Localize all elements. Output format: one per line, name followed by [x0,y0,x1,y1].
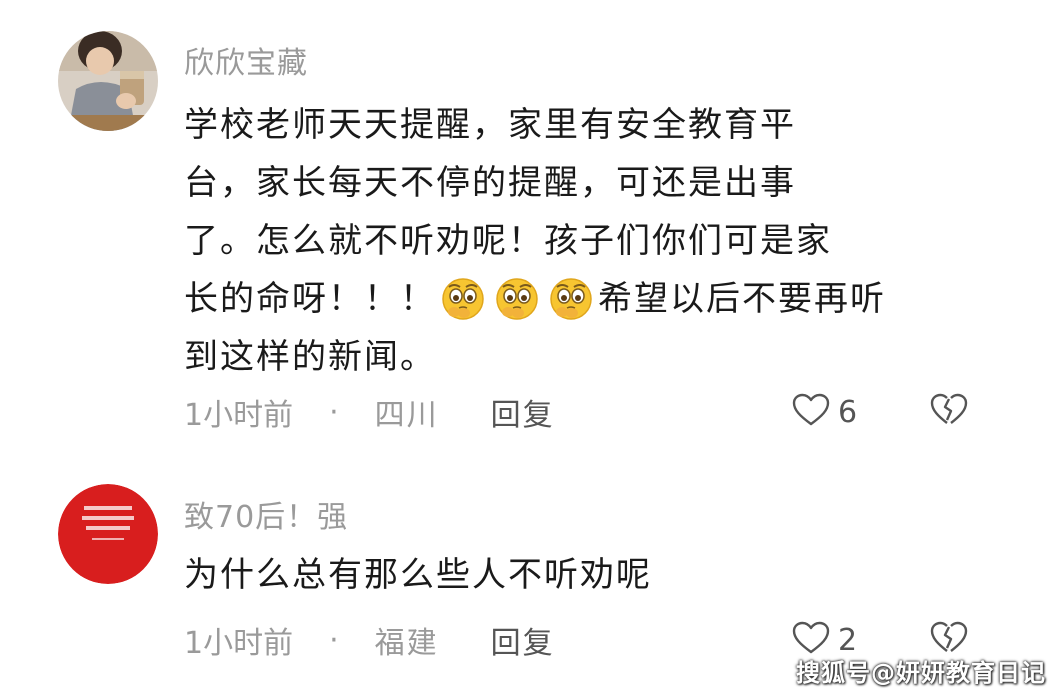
comment-list: 欣欣宝藏 学校老师天天提醒，家里有安全教育平 台，家长每天不停的提醒，可还是出事… [0,0,1064,700]
heart-outline-icon [792,393,830,431]
timestamp: 1小时前 [184,626,294,661]
comment-text: 为什么总有那么些人不听劝呢 [184,546,984,604]
broken-heart-icon [930,393,968,431]
comment-meta: 1小时前 · 福建 回复 [184,618,555,662]
comment-text-segment: 长的命呀！！！ [184,279,436,319]
separator-dot: · [329,394,339,430]
comment-item: 欣欣宝藏 学校老师天天提醒，家里有安全教育平 台，家长每天不停的提醒，可还是出事… [0,0,1064,470]
avatar[interactable] [58,31,158,131]
reply-button[interactable]: 回复 [491,618,555,662]
comment-text-line: 为什么总有那么些人不听劝呢 [184,555,652,595]
like-count: 6 [838,394,858,430]
separator-dot: · [329,622,339,658]
watermark-text: 搜狐号@妍妍教育日记 [796,659,1046,687]
comment-meta: 1小时前 · 四川 回复 [184,390,555,434]
avatar[interactable] [58,484,158,584]
worried-pleading-face-icon [493,274,541,322]
like-button[interactable]: 6 [792,392,857,432]
location: 四川 [374,398,439,433]
comment-text-line: 台，家长每天不停的提醒，可还是出事 [184,163,796,203]
timestamp: 1小时前 [184,398,294,433]
comment-text-line-with-emoji: 长的命呀！！！ 希望以后不要再听 [184,270,984,328]
worried-pleading-face-icon [439,274,487,322]
comment-text: 学校老师天天提醒，家里有安全教育平 台，家长每天不停的提醒，可还是出事 了。怎么… [184,96,984,386]
comment-text-segment: 希望以后不要再听 [598,279,886,319]
username[interactable]: 欣欣宝藏 [184,38,308,82]
comment-text-line: 了。怎么就不听劝呢！孩子们你们可是家 [184,221,832,261]
username[interactable]: 致70后！强 [184,492,348,536]
reply-button[interactable]: 回复 [491,390,555,434]
location: 福建 [374,626,439,661]
comment-text-line: 学校老师天天提醒，家里有安全教育平 [184,105,796,145]
dislike-button[interactable] [930,392,968,432]
worried-pleading-face-icon [547,274,595,322]
comment-text-line: 到这样的新闻。 [184,337,436,377]
